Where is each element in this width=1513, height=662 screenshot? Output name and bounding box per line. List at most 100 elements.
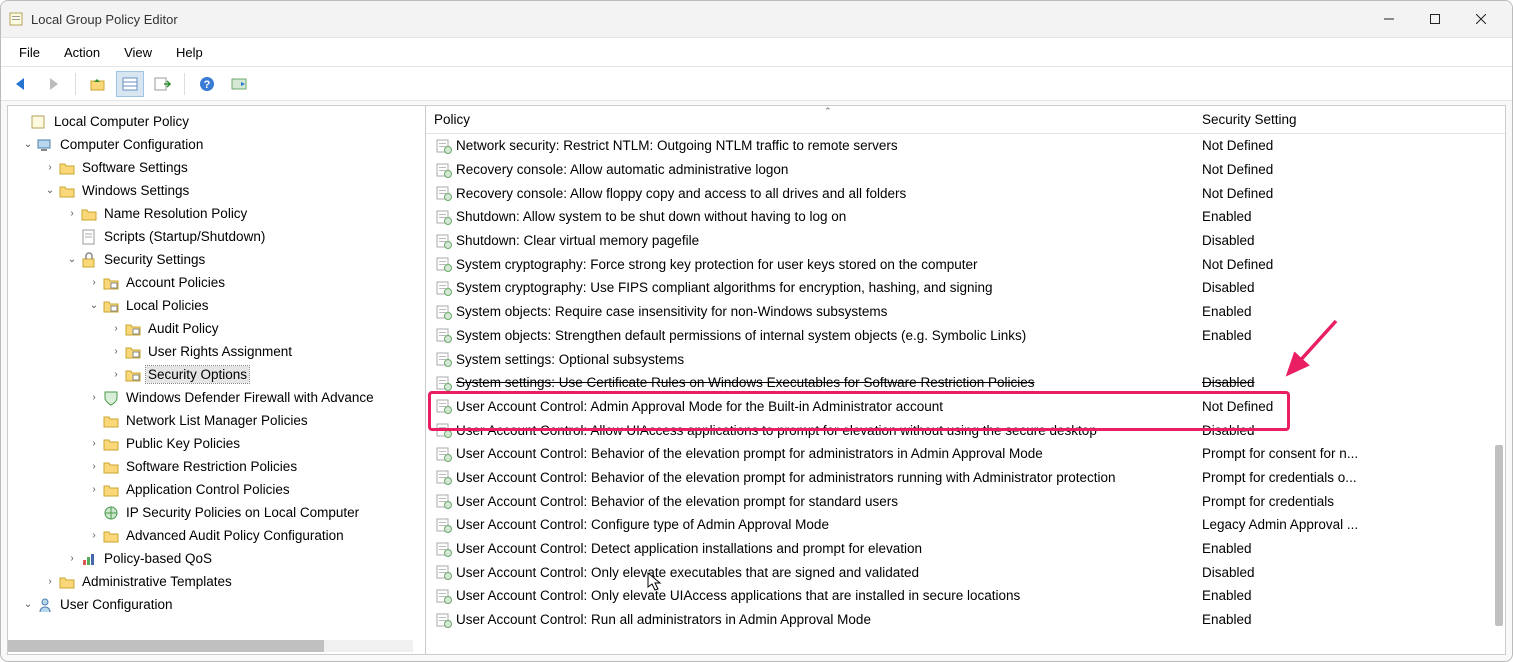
list-row[interactable]: User Account Control: Admin Approval Mod… — [426, 395, 1505, 419]
list-body[interactable]: Network security: Restrict NTLM: Outgoin… — [426, 134, 1505, 654]
chevron-right-icon[interactable]: › — [42, 576, 58, 587]
list-row[interactable]: System cryptography: Force strong key pr… — [426, 252, 1505, 276]
tree-security-settings[interactable]: ⌄ Security Settings — [8, 248, 425, 271]
list-row[interactable]: System settings: Optional subsystems — [426, 347, 1505, 371]
tree-name-resolution-policy[interactable]: › Name Resolution Policy — [8, 202, 425, 225]
chevron-down-icon[interactable]: ⌄ — [64, 254, 80, 265]
list-vertical-scrollbar[interactable] — [1495, 134, 1503, 652]
tree-software-settings[interactable]: › Software Settings — [8, 156, 425, 179]
list-row[interactable]: User Account Control: Run all administra… — [426, 608, 1505, 632]
chevron-right-icon[interactable]: › — [86, 392, 102, 403]
chevron-right-icon[interactable]: › — [86, 438, 102, 449]
list-row[interactable]: User Account Control: Behavior of the el… — [426, 466, 1505, 490]
list-row[interactable]: User Account Control: Only elevate UIAcc… — [426, 584, 1505, 608]
list-row[interactable]: Network security: Restrict NTLM: Outgoin… — [426, 134, 1505, 158]
tree-administrative-templates[interactable]: › Administrative Templates — [8, 570, 425, 593]
list-row[interactable]: System settings: Use Certificate Rules o… — [426, 371, 1505, 395]
tree-software-restriction-policies[interactable]: › Software Restriction Policies — [8, 455, 425, 478]
tree-security-options[interactable]: › Security Options — [8, 363, 425, 386]
list-view-button[interactable] — [116, 71, 144, 97]
chevron-right-icon[interactable]: › — [86, 277, 102, 288]
chevron-down-icon[interactable]: ⌄ — [86, 300, 102, 311]
list-row[interactable]: User Account Control: Detect application… — [426, 537, 1505, 561]
chevron-right-icon[interactable]: › — [64, 553, 80, 564]
tree-label: Scripts (Startup/Shutdown) — [102, 228, 267, 245]
chevron-right-icon[interactable]: › — [86, 484, 102, 495]
list-row[interactable]: System cryptography: Use FIPS compliant … — [426, 276, 1505, 300]
list-pane: Policy Security Setting ⌃ Network securi… — [426, 106, 1505, 654]
tree-windows-defender-firewall[interactable]: › Windows Defender Firewall with Advance — [8, 386, 425, 409]
up-folder-button[interactable] — [84, 71, 112, 97]
list-row[interactable]: User Account Control: Behavior of the el… — [426, 489, 1505, 513]
list-row[interactable]: Recovery console: Allow floppy copy and … — [426, 181, 1505, 205]
menu-file[interactable]: File — [7, 41, 52, 64]
policy-name: User Account Control: Configure type of … — [456, 517, 1202, 532]
policy-setting: Prompt for credentials — [1202, 494, 1505, 509]
chevron-down-icon[interactable]: ⌄ — [20, 139, 36, 150]
tree-user-configuration[interactable]: ⌄ User Configuration — [8, 593, 425, 616]
folder-icon — [102, 483, 120, 497]
menu-help[interactable]: Help — [164, 41, 215, 64]
tree[interactable]: Local Computer Policy ⌄ Computer Configu… — [8, 106, 425, 654]
list-row[interactable]: System objects: Require case insensitivi… — [426, 300, 1505, 324]
list-row[interactable]: User Account Control: Configure type of … — [426, 513, 1505, 537]
maximize-button[interactable] — [1412, 4, 1458, 34]
tree-advanced-audit-policy[interactable]: › Advanced Audit Policy Configuration — [8, 524, 425, 547]
tree-audit-policy[interactable]: › Audit Policy — [8, 317, 425, 340]
tree-policy-based-qos[interactable]: › Policy-based QoS — [8, 547, 425, 570]
chevron-right-icon[interactable]: › — [108, 346, 124, 357]
policy-setting: Legacy Admin Approval ... — [1202, 517, 1505, 532]
list-row[interactable]: Shutdown: Allow system to be shut down w… — [426, 205, 1505, 229]
minimize-button[interactable] — [1366, 4, 1412, 34]
tree-network-list-manager[interactable]: Network List Manager Policies — [8, 409, 425, 432]
tree-root[interactable]: Local Computer Policy — [8, 110, 425, 133]
scrollbar-thumb[interactable] — [1495, 445, 1503, 626]
chevron-down-icon[interactable]: ⌄ — [20, 599, 36, 610]
policy-name: Shutdown: Clear virtual memory pagefile — [456, 233, 1202, 248]
export-list-button[interactable] — [148, 71, 176, 97]
list-row[interactable]: Shutdown: Clear virtual memory pagefileD… — [426, 229, 1505, 253]
policy-name: Recovery console: Allow floppy copy and … — [456, 186, 1202, 201]
policy-item-icon — [434, 564, 454, 580]
tree-scripts[interactable]: Scripts (Startup/Shutdown) — [8, 225, 425, 248]
tree-application-control-policies[interactable]: › Application Control Policies — [8, 478, 425, 501]
chevron-right-icon[interactable]: › — [108, 323, 124, 334]
tree-label: User Rights Assignment — [146, 343, 294, 360]
computer-icon — [36, 137, 54, 153]
tree-local-policies[interactable]: ⌄ Local Policies — [8, 294, 425, 317]
tree-computer-configuration[interactable]: ⌄ Computer Configuration — [8, 133, 425, 156]
nav-back-button[interactable] — [7, 71, 35, 97]
nav-forward-button[interactable] — [39, 71, 67, 97]
folder-icon — [102, 460, 120, 474]
policy-item-icon — [434, 541, 454, 557]
column-header-policy[interactable]: Policy — [434, 112, 1202, 127]
chevron-right-icon[interactable]: › — [108, 369, 124, 380]
scrollbar-thumb[interactable] — [8, 640, 324, 652]
tree-horizontal-scrollbar[interactable] — [8, 640, 413, 652]
list-row[interactable]: System objects: Strengthen default permi… — [426, 324, 1505, 348]
show-hide-console-button[interactable] — [225, 71, 253, 97]
chevron-right-icon[interactable]: › — [64, 208, 80, 219]
menu-action[interactable]: Action — [52, 41, 112, 64]
tree-windows-settings[interactable]: ⌄ Windows Settings — [8, 179, 425, 202]
list-row[interactable]: Recovery console: Allow automatic admini… — [426, 158, 1505, 182]
tree-label: Local Computer Policy — [52, 113, 191, 130]
chevron-right-icon[interactable]: › — [86, 530, 102, 541]
tree-account-policies[interactable]: › Account Policies — [8, 271, 425, 294]
tree-public-key-policies[interactable]: › Public Key Policies — [8, 432, 425, 455]
tree-user-rights-assignment[interactable]: › User Rights Assignment — [8, 340, 425, 363]
chevron-right-icon[interactable]: › — [86, 461, 102, 472]
list-row[interactable]: User Account Control: Only elevate execu… — [426, 560, 1505, 584]
column-header-security-setting[interactable]: Security Setting — [1202, 112, 1505, 127]
help-button[interactable]: ? — [193, 71, 221, 97]
list-row[interactable]: User Account Control: Allow UIAccess app… — [426, 418, 1505, 442]
tree-label: Advanced Audit Policy Configuration — [124, 527, 346, 544]
chevron-right-icon[interactable]: › — [42, 162, 58, 173]
tree-ip-security-policies[interactable]: IP Security Policies on Local Computer — [8, 501, 425, 524]
list-row[interactable]: User Account Control: Behavior of the el… — [426, 442, 1505, 466]
tree-label: Local Policies — [124, 297, 211, 314]
close-button[interactable] — [1458, 4, 1504, 34]
menu-view[interactable]: View — [112, 41, 164, 64]
chevron-down-icon[interactable]: ⌄ — [42, 185, 58, 196]
folder-icon — [80, 207, 98, 221]
